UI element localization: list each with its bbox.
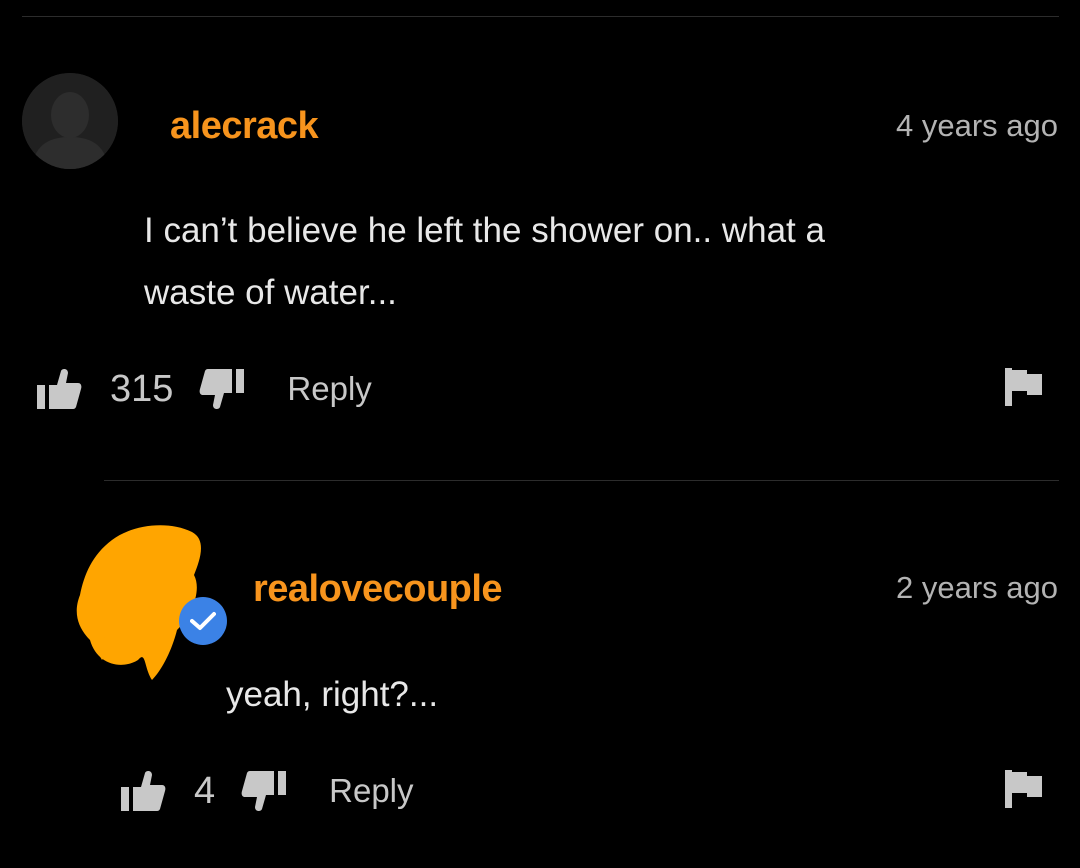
- comment-actions: 315 Reply: [36, 364, 372, 414]
- flag-icon[interactable]: [1005, 368, 1043, 411]
- thumbs-up-icon[interactable]: [120, 770, 166, 812]
- reply-button[interactable]: Reply: [287, 369, 371, 409]
- comments-page: alecrack 4 years ago I can’t believe he …: [0, 0, 1080, 868]
- comment-username[interactable]: realovecouple: [253, 567, 503, 611]
- comment-actions: 4 Reply: [120, 766, 414, 816]
- like-count: 4: [194, 770, 216, 812]
- like-count: 315: [110, 368, 174, 410]
- comment-username[interactable]: alecrack: [170, 104, 319, 148]
- default-user-avatar-icon: [22, 73, 118, 169]
- comment-divider: [104, 480, 1059, 481]
- top-divider: [22, 16, 1059, 17]
- avatar[interactable]: [22, 73, 118, 169]
- thumbs-down-icon[interactable]: [241, 770, 287, 812]
- flag-icon[interactable]: [1005, 770, 1043, 813]
- comment-body-line: waste of water...: [144, 273, 397, 312]
- verified-check-icon: [179, 597, 227, 645]
- comment-timestamp: 2 years ago: [896, 570, 1058, 605]
- thumbs-down-icon[interactable]: [199, 368, 245, 410]
- comment-body-line: yeah, right?...: [226, 675, 439, 714]
- comment-timestamp: 4 years ago: [896, 108, 1058, 143]
- thumbs-up-icon[interactable]: [36, 368, 82, 410]
- reply-button[interactable]: Reply: [329, 771, 413, 811]
- comment-body-line: I can’t believe he left the shower on.. …: [144, 211, 825, 250]
